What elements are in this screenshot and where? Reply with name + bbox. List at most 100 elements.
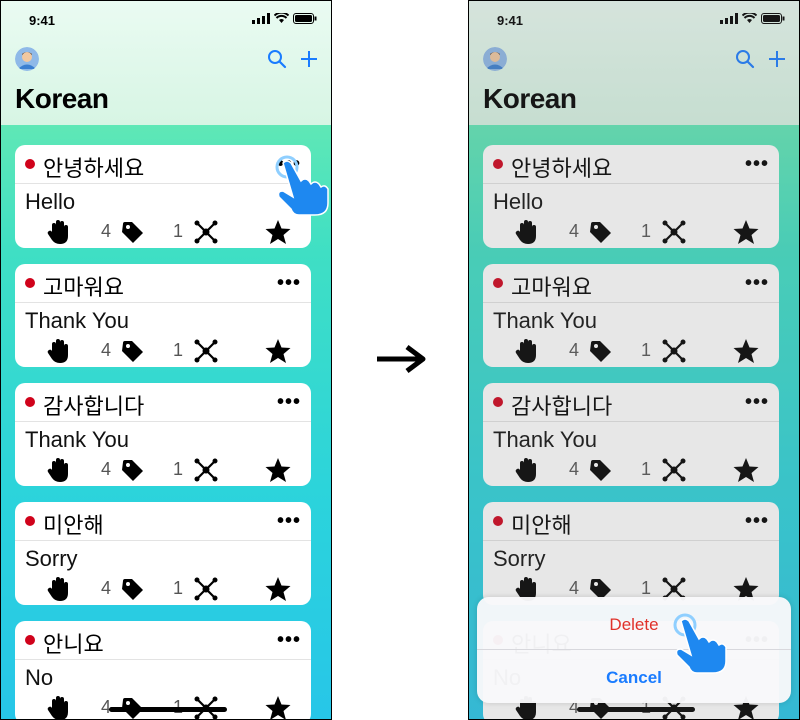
hand-icon[interactable] [515,219,539,245]
tag-count: 4 [101,340,112,360]
meaning-text: Thank You [25,427,129,452]
tag-count: 4 [569,340,580,360]
korean-word: 미안해 [43,514,104,539]
network-icon[interactable] [193,457,219,483]
status-dot [493,159,503,169]
avatar[interactable] [15,47,39,71]
status-icons [720,13,785,24]
link-count: 1 [173,578,184,598]
tag-count: 4 [569,221,580,241]
status-dot [25,516,35,526]
avatar[interactable] [483,47,507,71]
hand-icon[interactable] [47,695,71,720]
status-time: 9:41 [29,13,56,28]
tag-icon[interactable] [589,459,613,481]
phrase-card[interactable]: 감사합니다 ••• Thank You 4 1 [15,383,311,486]
korean-word: 고마워요 [43,276,124,301]
home-indicator[interactable] [109,707,227,712]
phrase-card[interactable]: 안녕하세요••• Hello 4 1 [483,145,779,248]
status-dot [25,159,35,169]
phone-screen-after: 9:41 Korean 안녕하세요 ••• Hello 4 1 고마워요 •••… [468,0,800,720]
star-icon[interactable] [733,338,759,364]
star-icon[interactable] [733,457,759,483]
hand-icon[interactable] [47,576,71,602]
tag-count: 4 [569,578,580,598]
hand-icon[interactable] [515,338,539,364]
link-count: 1 [173,221,184,241]
more-button[interactable]: ••• [745,154,769,174]
meaning-text: Hello [25,189,76,214]
meaning-text: Hello [493,189,544,214]
tag-icon[interactable] [121,221,145,243]
more-button[interactable]: ••• [277,392,301,412]
status-dot [493,516,503,526]
korean-word: 고마워요 [511,276,592,301]
tag-count: 4 [569,459,580,479]
delete-button[interactable]: Delete [477,615,791,635]
tag-count: 4 [101,459,112,479]
tag-icon[interactable] [121,459,145,481]
network-icon[interactable] [193,338,219,364]
network-icon[interactable] [193,219,219,245]
search-icon[interactable] [267,49,287,69]
tag-icon[interactable] [121,340,145,362]
meaning-text: Sorry [493,546,546,571]
status-dot [25,278,35,288]
star-icon[interactable] [265,338,291,364]
wifi-icon [742,13,757,23]
more-button[interactable]: ••• [277,273,301,293]
phrase-card[interactable]: 고마워요 ••• Thank You 4 1 [15,264,311,367]
korean-word: 안녕하세요 [511,157,613,182]
tag-count: 4 [101,578,112,598]
nav-header: 9:41 Korean [1,1,331,125]
korean-word: 감사합니다 [43,395,145,420]
battery-icon [293,13,317,24]
phrase-card[interactable]: 미안해 ••• Sorry 4 1 [15,502,311,605]
more-button[interactable]: ••• [745,511,769,531]
search-icon[interactable] [735,49,755,69]
phrase-card[interactable]: 감사합니다 ••• Thank You 4 1 [483,383,779,486]
more-button[interactable]: ••• [745,392,769,412]
more-button[interactable]: ••• [277,511,301,531]
status-dot [25,397,35,407]
phrase-card[interactable]: 고마워요 ••• Thank You 4 1 [483,264,779,367]
status-dot [25,635,35,645]
link-count: 1 [173,340,184,360]
meaning-text: No [25,665,54,690]
more-button[interactable]: ••• [277,630,301,650]
pointer-hand-icon [275,155,329,216]
phrase-card[interactable]: 안니요••• No 4 1 [15,621,311,720]
signal-icon [720,13,738,24]
plus-icon[interactable] [299,49,319,69]
link-count: 1 [641,459,652,479]
korean-word: 안니요 [43,633,104,658]
more-button[interactable]: ••• [745,273,769,293]
star-icon[interactable] [733,219,759,245]
network-icon[interactable] [661,457,687,483]
network-icon[interactable] [661,338,687,364]
status-dot [493,278,503,288]
phrase-card[interactable]: 안녕하세요••• Hello 4 1 [15,145,311,248]
hand-icon[interactable] [47,338,71,364]
page-title: Korean [483,83,577,114]
tag-icon[interactable] [121,578,145,600]
hand-icon[interactable] [47,219,71,245]
meaning-text: Sorry [25,546,78,571]
status-time: 9:41 [497,13,524,28]
cancel-button[interactable]: Cancel [477,668,791,688]
star-icon[interactable] [265,457,291,483]
action-sheet: Delete Cancel [477,597,791,703]
star-icon[interactable] [265,219,291,245]
home-indicator[interactable] [577,707,695,712]
tag-icon[interactable] [589,221,613,243]
hand-icon[interactable] [47,457,71,483]
star-icon[interactable] [265,695,291,720]
network-icon[interactable] [661,219,687,245]
network-icon[interactable] [193,576,219,602]
star-icon[interactable] [265,576,291,602]
korean-word: 안녕하세요 [43,157,145,182]
phrase-card[interactable]: 미안해 ••• Sorry 4 1 [483,502,779,605]
tag-icon[interactable] [589,340,613,362]
plus-icon[interactable] [767,49,787,69]
hand-icon[interactable] [515,457,539,483]
